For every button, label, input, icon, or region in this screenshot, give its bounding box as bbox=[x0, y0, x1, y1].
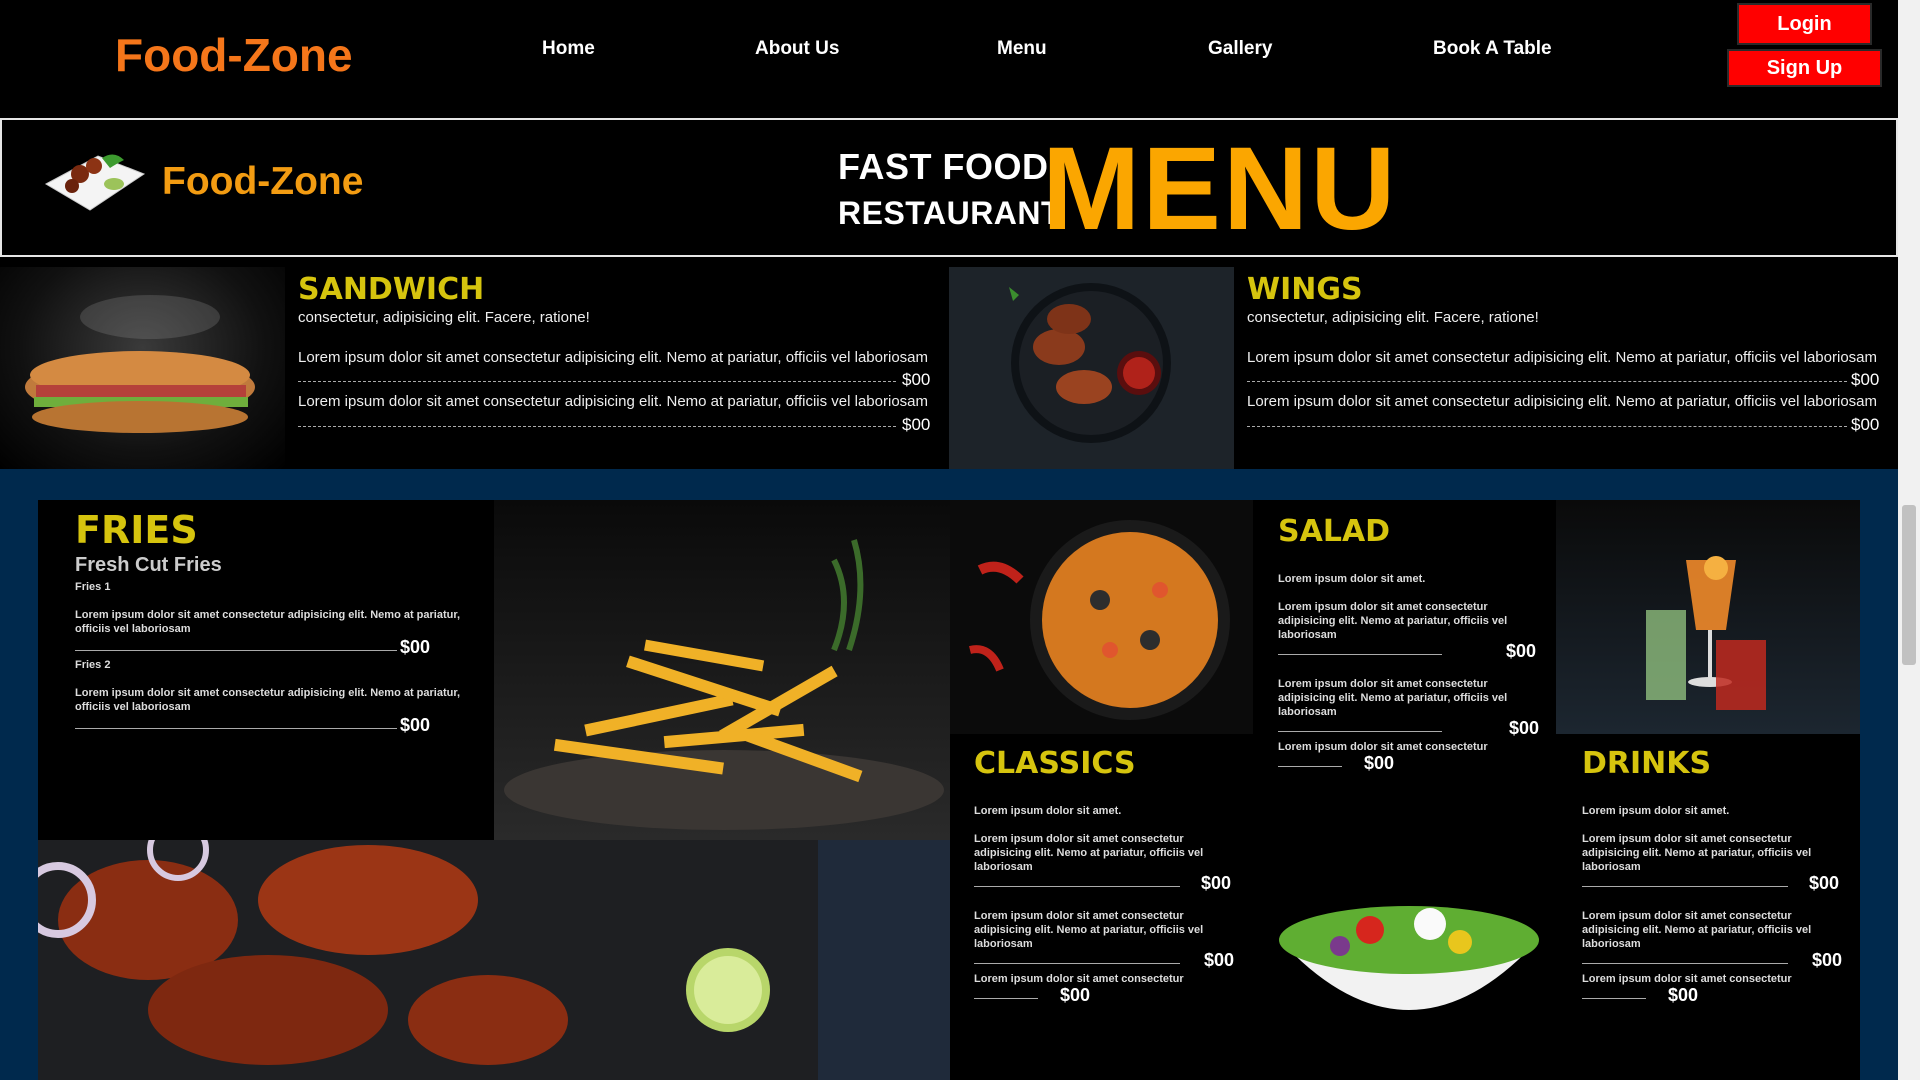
menu-board: FRIES Fresh Cut Fries Fries 1 Lorem ipsu… bbox=[38, 500, 1860, 1080]
drinks-title: DRINKS bbox=[1582, 746, 1712, 781]
drinks-item-price: $00 bbox=[1812, 950, 1843, 970]
sandwich-item-text: Lorem ipsum dolor sit amet consectetur a… bbox=[298, 349, 928, 366]
scrollbar-thumb[interactable] bbox=[1902, 505, 1916, 665]
fries-item-text: Lorem ipsum dolor sit amet consectetur a… bbox=[75, 687, 461, 713]
nav-home[interactable]: Home bbox=[542, 38, 595, 60]
wings-item-text: Lorem ipsum dolor sit amet consectetur a… bbox=[1247, 349, 1877, 366]
nav-about[interactable]: About Us bbox=[755, 38, 839, 60]
chicken-image bbox=[38, 840, 950, 1080]
salad-item-price: $00 bbox=[1506, 641, 1537, 661]
paella-image bbox=[950, 500, 1253, 734]
classics-item-text: Lorem ipsum dolor sit amet consectetur bbox=[974, 973, 1184, 985]
salad-bowl-image bbox=[1260, 880, 1558, 1080]
price-leader bbox=[1278, 654, 1442, 655]
wings-item-text: Lorem ipsum dolor sit amet consectetur a… bbox=[1247, 393, 1877, 410]
fries-image bbox=[494, 500, 950, 840]
sandwich-item-text: Lorem ipsum dolor sit amet consectetur a… bbox=[298, 393, 928, 410]
salad-item-text: Lorem ipsum dolor sit amet consectetur bbox=[1278, 741, 1488, 753]
drinks-item-text: Lorem ipsum dolor sit amet consectetur a… bbox=[1582, 833, 1812, 873]
fries-subtitle: Fresh Cut Fries bbox=[75, 554, 222, 576]
signup-button[interactable]: Sign Up bbox=[1727, 49, 1882, 87]
drinks-item-text: Lorem ipsum dolor sit amet consectetur a… bbox=[1582, 910, 1812, 950]
drinks-item-price: $00 bbox=[1668, 985, 1699, 1005]
sandwich-item-price: $00 bbox=[902, 370, 931, 389]
wings-image bbox=[949, 267, 1234, 469]
salad-intro: Lorem ipsum dolor sit amet. bbox=[1278, 573, 1426, 585]
classics-item-text: Lorem ipsum dolor sit amet consectetur a… bbox=[974, 833, 1204, 873]
dotted-leader bbox=[1247, 426, 1847, 427]
price-leader bbox=[1278, 766, 1342, 767]
sandwich-subtitle: consectetur, adipisicing elit. Facere, r… bbox=[298, 309, 590, 326]
banner-brand: Food-Zone bbox=[162, 160, 364, 203]
salad-item-price: $00 bbox=[1509, 718, 1540, 738]
fries-item-price: $00 bbox=[400, 715, 431, 735]
navbar: Food-Zone Home About Us Menu Gallery Boo… bbox=[0, 0, 1898, 118]
wings-item-price: $00 bbox=[1851, 370, 1880, 389]
sandwich-image bbox=[0, 267, 285, 469]
price-leader bbox=[1582, 886, 1788, 887]
price-leader bbox=[75, 650, 397, 651]
dotted-leader bbox=[298, 381, 896, 382]
price-leader bbox=[75, 728, 397, 729]
salad-item-text: Lorem ipsum dolor sit amet consectetur a… bbox=[1278, 601, 1508, 641]
classics-intro: Lorem ipsum dolor sit amet. bbox=[974, 805, 1122, 817]
fries-title: FRIES bbox=[75, 508, 198, 552]
dotted-leader bbox=[298, 426, 896, 427]
price-leader bbox=[974, 886, 1180, 887]
nav-book-table[interactable]: Book A Table bbox=[1433, 38, 1552, 60]
salad-item-price: $00 bbox=[1364, 753, 1395, 773]
nav-gallery[interactable]: Gallery bbox=[1208, 38, 1272, 60]
price-leader bbox=[974, 963, 1180, 964]
classics-item-text: Lorem ipsum dolor sit amet consectetur a… bbox=[974, 910, 1204, 950]
fries-item-name: Fries 1 bbox=[75, 581, 111, 593]
wings-subtitle: consectetur, adipisicing elit. Facere, r… bbox=[1247, 309, 1539, 326]
fries-item-price: $00 bbox=[400, 637, 431, 657]
banner-restaurant: RESTAURANT bbox=[838, 195, 1062, 231]
salad-title: SALAD bbox=[1278, 514, 1391, 549]
brand-logo[interactable]: Food-Zone bbox=[115, 28, 353, 82]
nav-menu[interactable]: Menu bbox=[997, 38, 1047, 60]
wings-item-price: $00 bbox=[1851, 415, 1880, 434]
classics-item-price: $00 bbox=[1204, 950, 1235, 970]
page: Food-Zone Home About Us Menu Gallery Boo… bbox=[0, 0, 1920, 1080]
classics-item-price: $00 bbox=[1201, 873, 1232, 893]
banner-fast-food: FAST FOOD bbox=[838, 146, 1049, 187]
login-button[interactable]: Login bbox=[1737, 3, 1872, 45]
fries-item-text: Lorem ipsum dolor sit amet consectetur a… bbox=[75, 609, 461, 635]
sandwich-title: SANDWICH bbox=[298, 272, 485, 307]
food-plate-icon bbox=[44, 154, 146, 211]
banner-menu-title: MENU bbox=[1042, 123, 1398, 255]
sandwich-item-price: $00 bbox=[902, 415, 931, 434]
menu-banner: Food-Zone FAST FOOD RESTAURANT MENU bbox=[0, 118, 1898, 257]
drinks-image bbox=[1556, 500, 1860, 734]
price-leader bbox=[1582, 963, 1788, 964]
dotted-leader bbox=[1247, 381, 1847, 382]
drinks-item-price: $00 bbox=[1809, 873, 1840, 893]
price-leader bbox=[1278, 731, 1442, 732]
wings-title: WINGS bbox=[1247, 272, 1363, 307]
salad-item-text: Lorem ipsum dolor sit amet consectetur a… bbox=[1278, 678, 1508, 718]
price-leader bbox=[974, 998, 1038, 999]
classics-item-price: $00 bbox=[1060, 985, 1091, 1005]
price-leader bbox=[1582, 998, 1646, 999]
drinks-item-text: Lorem ipsum dolor sit amet consectetur bbox=[1582, 973, 1792, 985]
classics-title: CLASSICS bbox=[974, 746, 1136, 781]
fries-item-name: Fries 2 bbox=[75, 659, 111, 671]
drinks-intro: Lorem ipsum dolor sit amet. bbox=[1582, 805, 1730, 817]
top-menu-row: SANDWICH consectetur, adipisicing elit. … bbox=[0, 257, 1898, 469]
